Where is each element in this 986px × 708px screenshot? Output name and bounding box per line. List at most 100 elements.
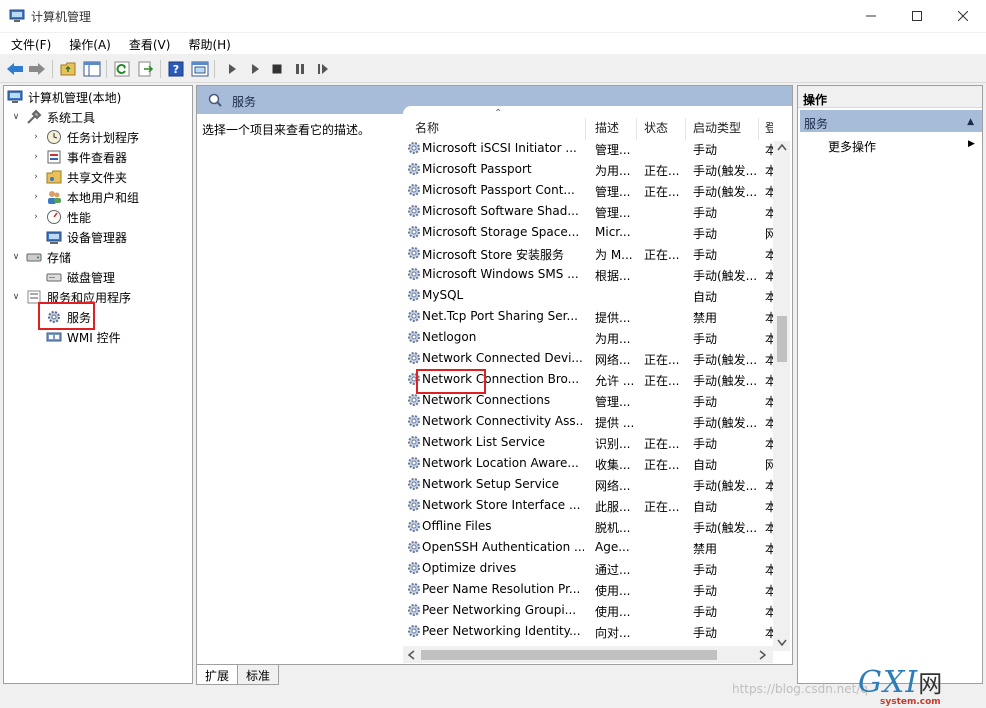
vertical-scrollbar[interactable]	[773, 141, 790, 651]
column-header-status[interactable]: 状态	[644, 106, 668, 138]
tree-item-shared-folders[interactable]: › 共享文件夹	[30, 167, 127, 187]
tree-item-event-viewer[interactable]: › 事件查看器	[30, 147, 127, 167]
service-row[interactable]: Microsoft Passport 为用... 正在... 手动(触发... 本	[403, 159, 783, 180]
pause-service-button[interactable]	[290, 59, 310, 79]
computer-management-window: 计算机管理 文件(F) 操作(A) 查看(V) 帮助(H) ? 计算机管理(本地…	[0, 0, 986, 708]
service-row[interactable]: Network Setup Service 网络... 手动(触发... 本	[403, 474, 783, 495]
service-row[interactable]: MySQL 自动 本	[403, 285, 783, 306]
export-list-button[interactable]	[136, 59, 156, 79]
service-row[interactable]: OpenSSH Authentication ... Age... 禁用 本	[403, 537, 783, 558]
service-row[interactable]: Net.Tcp Port Sharing Ser... 提供... 禁用 本	[403, 306, 783, 327]
expanded-chevron-icon[interactable]: ∨	[10, 291, 22, 303]
expanded-chevron-icon[interactable]: ∨	[10, 251, 22, 263]
window-title: 计算机管理	[31, 10, 92, 24]
expanded-chevron-icon[interactable]: ∨	[10, 111, 22, 123]
scroll-left-icon[interactable]	[407, 650, 415, 660]
service-row[interactable]: Network Connectivity Ass... 提供 ... 手动(触发..…	[403, 411, 783, 432]
menu-help[interactable]: 帮助(H)	[177, 33, 237, 54]
service-description: 管理...	[595, 185, 631, 199]
horizontal-scrollbar[interactable]	[403, 646, 773, 663]
vertical-scroll-thumb[interactable]	[777, 316, 787, 362]
scroll-down-icon[interactable]	[777, 639, 787, 647]
tab-standard[interactable]: 标准	[237, 665, 280, 685]
menu-view[interactable]: 查看(V)	[118, 33, 178, 54]
collapsed-chevron-icon[interactable]: ›	[30, 151, 42, 163]
search-services-icon	[208, 93, 222, 107]
service-row[interactable]: Peer Name Resolution Pr... 使用... 手动 本	[403, 579, 783, 600]
scroll-up-icon[interactable]	[777, 143, 787, 151]
refresh-button[interactable]	[112, 59, 132, 79]
service-gear-icon	[408, 247, 420, 259]
service-row[interactable]: Microsoft Store 安装服务 为 M... 正在... 手动 本	[403, 243, 783, 264]
title-bar: 计算机管理	[0, 0, 986, 32]
service-row[interactable]: Network Store Interface ... 此服... 正在... 自动 本	[403, 495, 783, 516]
tree-item-disk-management[interactable]: 磁盘管理	[46, 267, 115, 287]
tab-extended[interactable]: 扩展	[196, 665, 239, 685]
collapse-up-icon[interactable]: ▲	[967, 117, 974, 127]
shared-folder-icon	[46, 170, 62, 184]
tree-item-storage[interactable]: ∨ 存储	[10, 247, 71, 267]
column-header-description[interactable]: 描述	[595, 106, 619, 138]
service-name: Network Connectivity Ass...	[422, 414, 584, 428]
tree-item-task-scheduler[interactable]: › 任务计划程序	[30, 127, 139, 147]
actions-pane: 操作 服务 ▲ 更多操作 ▶	[797, 85, 983, 684]
service-gear-icon	[408, 205, 420, 217]
scroll-right-icon[interactable]	[759, 650, 767, 660]
horizontal-scroll-thumb[interactable]	[421, 650, 717, 660]
stop-service-button[interactable]	[267, 59, 287, 79]
service-row[interactable]: Peer Networking Identity... 向对... 手动 本	[403, 621, 783, 642]
service-row[interactable]: Microsoft Storage Space... Micr... 手动 网	[403, 222, 783, 243]
service-row[interactable]: Microsoft iSCSI Initiator ... 管理... 手动 本	[403, 138, 783, 159]
service-row[interactable]: Network Connected Devi... 网络... 正在... 手动(触发…	[403, 348, 783, 369]
column-header-startup-type[interactable]: 启动类型	[693, 106, 741, 138]
properties-button[interactable]	[190, 59, 210, 79]
close-button[interactable]	[940, 0, 986, 32]
tree-item-performance[interactable]: › 性能	[30, 207, 91, 227]
start-service-alt-button[interactable]	[245, 59, 265, 79]
help-button[interactable]: ?	[166, 59, 186, 79]
tree-item-computer-management[interactable]: 计算机管理(本地)	[7, 87, 121, 107]
service-row[interactable]: Microsoft Software Shad... 管理... 手动 本	[403, 201, 783, 222]
tree-label: 任务计划程序	[67, 130, 140, 145]
service-row[interactable]: Network List Service 识别... 正在... 手动 本	[403, 432, 783, 453]
restart-icon	[318, 64, 328, 74]
service-gear-icon	[408, 604, 420, 616]
service-logon: 本	[765, 414, 773, 431]
tree-item-wmi[interactable]: WMI 控件	[46, 327, 121, 347]
menu-action[interactable]: 操作(A)	[58, 33, 118, 54]
service-row[interactable]: Microsoft Windows SMS ... 根据... 手动(触发... 本	[403, 264, 783, 285]
service-row[interactable]: Network Location Aware... 收集... 正在... 自动 网	[403, 453, 783, 474]
service-name: Network Location Aware...	[422, 456, 579, 470]
disk-icon	[46, 273, 62, 282]
service-logon: 本	[765, 372, 773, 389]
back-button[interactable]	[5, 59, 25, 79]
maximize-button[interactable]	[894, 0, 940, 32]
service-row[interactable]: Netlogon 为用... 手动 本	[403, 327, 783, 348]
service-gear-icon	[408, 583, 420, 595]
collapsed-chevron-icon[interactable]: ›	[30, 131, 42, 143]
service-logon: 本	[765, 183, 773, 200]
service-row[interactable]: Peer Networking Groupi... 使用... 手动 本	[403, 600, 783, 621]
actions-section-services[interactable]: 服务 ▲	[800, 110, 982, 132]
service-row[interactable]: Optimize drives 通过... 手动 本	[403, 558, 783, 579]
collapsed-chevron-icon[interactable]: ›	[30, 211, 42, 223]
forward-button[interactable]	[27, 59, 47, 79]
collapsed-chevron-icon[interactable]: ›	[30, 191, 42, 203]
menu-file[interactable]: 文件(F)	[0, 33, 58, 54]
service-row[interactable]: Microsoft Passport Cont... 管理... 正在... 手动(触…	[403, 180, 783, 201]
column-header-name[interactable]: 名称	[415, 106, 439, 138]
column-header-logon[interactable]: 登	[765, 106, 773, 138]
tree-item-system-tools[interactable]: ∨ 系统工具	[10, 107, 95, 127]
tree-label: 性能	[67, 210, 92, 225]
up-folder-button[interactable]	[58, 59, 78, 79]
more-actions-link[interactable]: 更多操作	[828, 138, 876, 155]
collapsed-chevron-icon[interactable]: ›	[30, 171, 42, 183]
minimize-button[interactable]	[848, 0, 894, 32]
tree-item-device-manager[interactable]: 设备管理器	[46, 227, 127, 247]
service-row[interactable]: Offline Files 脱机... 手动(触发... 本	[403, 516, 783, 537]
restart-service-button[interactable]	[313, 59, 333, 79]
start-service-button[interactable]	[222, 59, 242, 79]
tree-item-local-users[interactable]: › 本地用户和组	[30, 187, 139, 207]
show-hide-tree-button[interactable]	[82, 59, 102, 79]
tree-label: 本地用户和组	[67, 190, 140, 205]
